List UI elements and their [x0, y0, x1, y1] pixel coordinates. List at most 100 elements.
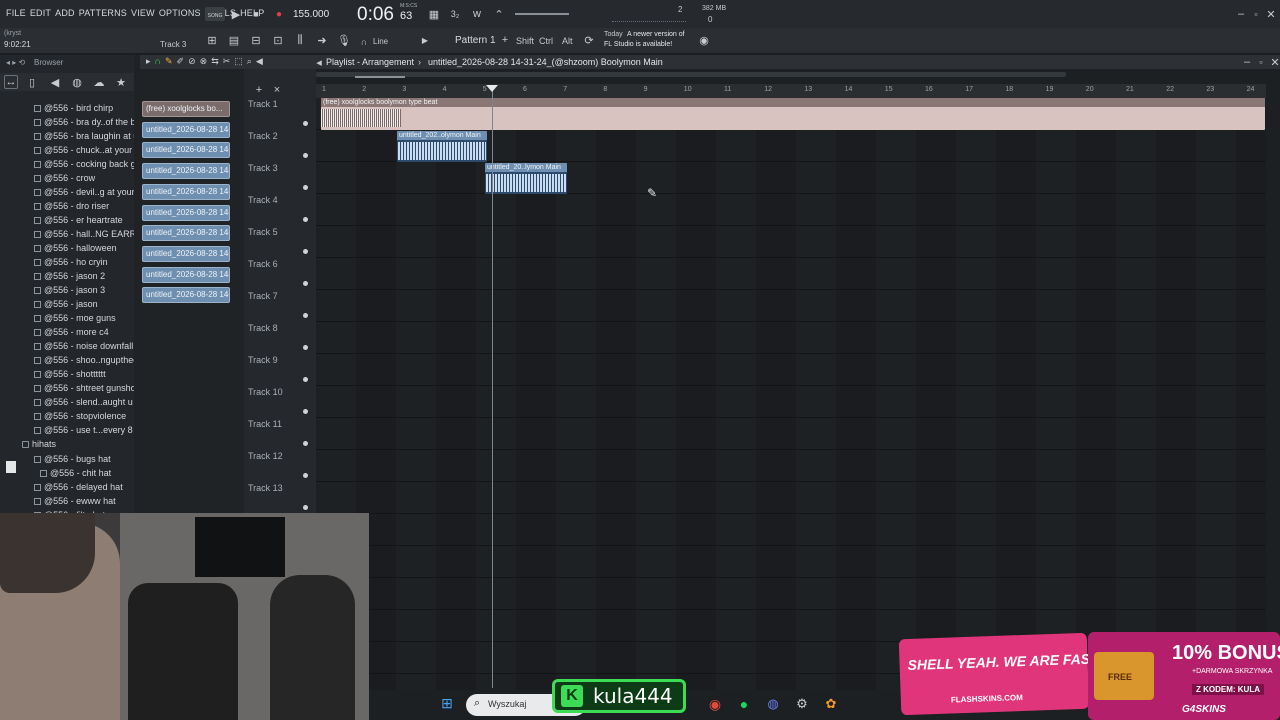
metronome-icon[interactable]: ⌃ — [492, 7, 506, 21]
add-pattern-icon[interactable]: + — [498, 33, 512, 47]
track-mute-dot[interactable] — [303, 217, 308, 222]
track-label[interactable]: Track 8 — [248, 323, 278, 333]
step-icon[interactable]: 3₂ — [448, 7, 462, 21]
browser-subitem[interactable]: @556 - bugs hat — [34, 452, 111, 466]
browser-item[interactable]: @556 - devil..g at your cut — [34, 185, 149, 199]
browser-item[interactable]: @556 - crow — [34, 171, 95, 185]
browser-folder-hihats[interactable]: hihats — [22, 437, 56, 451]
browser-item[interactable]: @556 - ho cryin — [34, 255, 108, 269]
track-mute-dot[interactable] — [303, 377, 308, 382]
track-label[interactable]: Track 1 — [248, 99, 278, 109]
next-icon[interactable]: ➜ — [315, 33, 329, 47]
picker-clip[interactable]: untitled_2026-08-28 14-... — [142, 266, 230, 283]
track-label[interactable]: Track 12 — [248, 451, 283, 461]
browser-speaker-icon[interactable]: ◀ — [48, 75, 62, 89]
menu-file[interactable]: FILE — [6, 8, 26, 18]
browser-item[interactable]: @556 - er heartrate — [34, 213, 123, 227]
picker-clip[interactable]: untitled_2026-08-28 14-... — [142, 225, 230, 242]
spotify-icon[interactable]: ● — [737, 696, 751, 712]
track-mute-dot[interactable] — [303, 441, 308, 446]
playlist-zoom-bar[interactable] — [355, 76, 405, 78]
browser-item[interactable]: @556 - shoo..nguptheclub — [34, 353, 150, 367]
track-label[interactable]: Track 2 — [248, 131, 278, 141]
track-mute-dot[interactable] — [303, 281, 308, 286]
browser-item[interactable]: @556 - shotttttt — [34, 367, 106, 381]
wave-icon[interactable]: ᴡ — [470, 7, 484, 21]
mute-icon[interactable]: ⊗ — [200, 56, 208, 68]
delete-icon[interactable]: ⊘ — [188, 56, 196, 68]
settings-icon[interactable]: ⚙ — [795, 696, 809, 711]
track-mute-dot[interactable] — [303, 473, 308, 478]
channel-rack-icon[interactable]: ⊟ — [249, 33, 263, 47]
stop-icon[interactable]: ■ — [249, 7, 263, 21]
discord-icon[interactable]: ◍ — [766, 696, 780, 711]
snap-mode[interactable]: Line — [373, 37, 388, 46]
menu-add[interactable]: ADD — [55, 8, 75, 18]
fl-logo-icon[interactable]: ◉ — [697, 33, 711, 47]
browser-item[interactable]: @556 - shtreet gunshot — [34, 381, 138, 395]
pattern-selector[interactable]: Pattern 1 — [455, 35, 496, 46]
mic-icon[interactable]: 🎙 — [337, 33, 351, 47]
browser-plugin-icon[interactable]: ◍ — [70, 75, 84, 89]
maximize-icon[interactable]: ▫ — [1249, 7, 1263, 21]
audio-clip-track2[interactable]: untitled_202..olymon Main — [397, 131, 487, 162]
sliders-icon[interactable]: ⫼ — [293, 33, 307, 47]
track-mute-dot[interactable] — [303, 345, 308, 350]
browser-item[interactable]: @556 - halloween — [34, 241, 117, 255]
fl-studio-icon[interactable]: ✿ — [824, 696, 838, 711]
browser-item[interactable]: @556 - cocking back gun — [34, 157, 146, 171]
playback-icon[interactable]: ◀ — [256, 56, 263, 68]
slice-icon[interactable]: ✂ — [223, 56, 231, 68]
picker-clip[interactable]: untitled_2026-08-28 14-... — [142, 204, 230, 221]
windows-start-icon[interactable]: ⊞ — [440, 695, 454, 711]
track-label[interactable]: Track 11 — [248, 419, 282, 429]
track-mute-dot[interactable] — [303, 505, 308, 510]
playlist-grid[interactable] — [316, 98, 1266, 690]
playlist-scroll[interactable] — [316, 72, 1066, 77]
menu-options[interactable]: OPTIONS — [159, 8, 201, 18]
picker-clip[interactable]: untitled_2026-08-28 14-... — [142, 121, 230, 138]
picker-clip[interactable]: untitled_2026-08-28 14-... — [142, 287, 230, 304]
playlist-tool-icon[interactable]: ⊞ — [205, 33, 219, 47]
playlist-max-icon[interactable]: ▫ — [1254, 55, 1268, 69]
slip-icon[interactable]: ⇆ — [211, 56, 219, 68]
browser-subitem[interactable]: @556 - delayed hat — [34, 480, 123, 494]
playlist-close-icon[interactable]: ✕ — [1268, 55, 1280, 69]
play-icon[interactable]: ▶ — [229, 7, 243, 21]
menu-patterns[interactable]: PATTERNS — [79, 8, 127, 18]
audio-clip-track1[interactable]: (free) xoolglocks boolymon type beat — [321, 98, 1265, 130]
browser-item[interactable]: @556 - chuck..at your cut — [34, 143, 147, 157]
pat-song-toggle[interactable]: SONG — [205, 7, 225, 21]
record-icon[interactable]: ● — [272, 7, 286, 21]
track-label[interactable]: Track 9 — [248, 355, 278, 365]
browser-item[interactable]: @556 - stopviolence — [34, 409, 126, 423]
select-icon[interactable]: ⬚ — [234, 56, 243, 68]
browser-subitem[interactable]: @556 - ewww hat — [34, 494, 116, 508]
menu-view[interactable]: VIEW — [131, 8, 155, 18]
browser-item[interactable]: @556 - noise downfall — [34, 339, 133, 353]
audio-clip-track3[interactable]: untitled_20..lymon Main — [485, 163, 567, 194]
magnet-icon[interactable]: ∩ — [155, 56, 161, 68]
minimize-icon[interactable]: – — [1234, 7, 1248, 21]
track-mute-dot[interactable] — [303, 153, 308, 158]
picker-clip[interactable]: untitled_2026-08-28 14-... — [142, 245, 230, 262]
timeline-ruler[interactable]: 1 2 3 4 5 6 7 8 9 10 11 12 13 14 15 16 17 18 19 20 21 22 23 24 — [316, 84, 1266, 98]
browser-item[interactable]: @556 - jason 2 — [34, 269, 105, 283]
tempo-display[interactable]: 155.000 — [293, 9, 329, 20]
pencil-icon[interactable]: ✎ — [165, 56, 173, 68]
news-icon[interactable]: ⟳ — [582, 33, 596, 47]
track-mute-dot[interactable] — [303, 249, 308, 254]
browser-item[interactable]: @556 - slend..aught u bro — [34, 395, 148, 409]
browser-item[interactable]: @556 - bra dy..of the beat — [34, 115, 148, 129]
browser-item[interactable]: @556 - jason — [34, 297, 98, 311]
track-label[interactable]: Track 6 — [248, 259, 278, 269]
zoom-icon[interactable]: ⌕ — [247, 56, 252, 68]
browser-item[interactable]: @556 - bird chirp — [34, 101, 113, 115]
track-label[interactable]: Track 10 — [248, 387, 283, 397]
browser-subitem[interactable]: @556 - chit hat — [40, 466, 111, 480]
track-mute-dot[interactable] — [303, 313, 308, 318]
mixer-icon[interactable]: ⊡ — [271, 33, 285, 47]
browser-item[interactable]: @556 - moe guns — [34, 311, 116, 325]
brush-icon[interactable]: ✐ — [177, 56, 185, 68]
browser-cloud-icon[interactable]: ☁ — [92, 75, 106, 89]
